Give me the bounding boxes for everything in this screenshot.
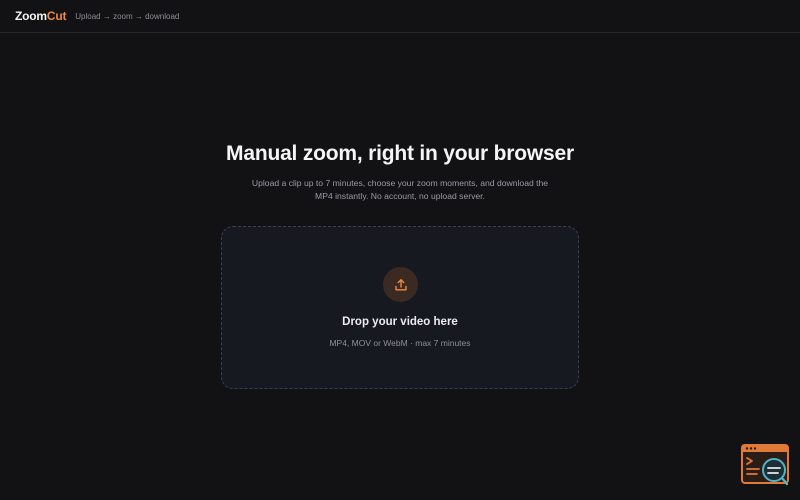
logo-text-cut: Cut [46,9,67,23]
page-title: Manual zoom, right in your browser [226,142,574,165]
top-bar: ZoomCut Upload → zoom → download [0,0,800,33]
dropzone-hint: MP4, MOV or WebM · max 7 minutes [329,338,471,348]
video-dropzone[interactable]: Drop your video here MP4, MOV or WebM · … [221,226,579,389]
upload-icon [383,267,418,302]
dropzone-title: Drop your video here [342,316,458,328]
app-logo[interactable]: ZoomCut [15,9,66,23]
header-tagline: Upload → zoom → download [75,12,180,21]
terminal-search-icon[interactable] [741,444,789,486]
page-subtitle: Upload a clip up to 7 minutes, choose yo… [251,178,549,201]
logo-text-zoom: Zoom [15,9,47,23]
